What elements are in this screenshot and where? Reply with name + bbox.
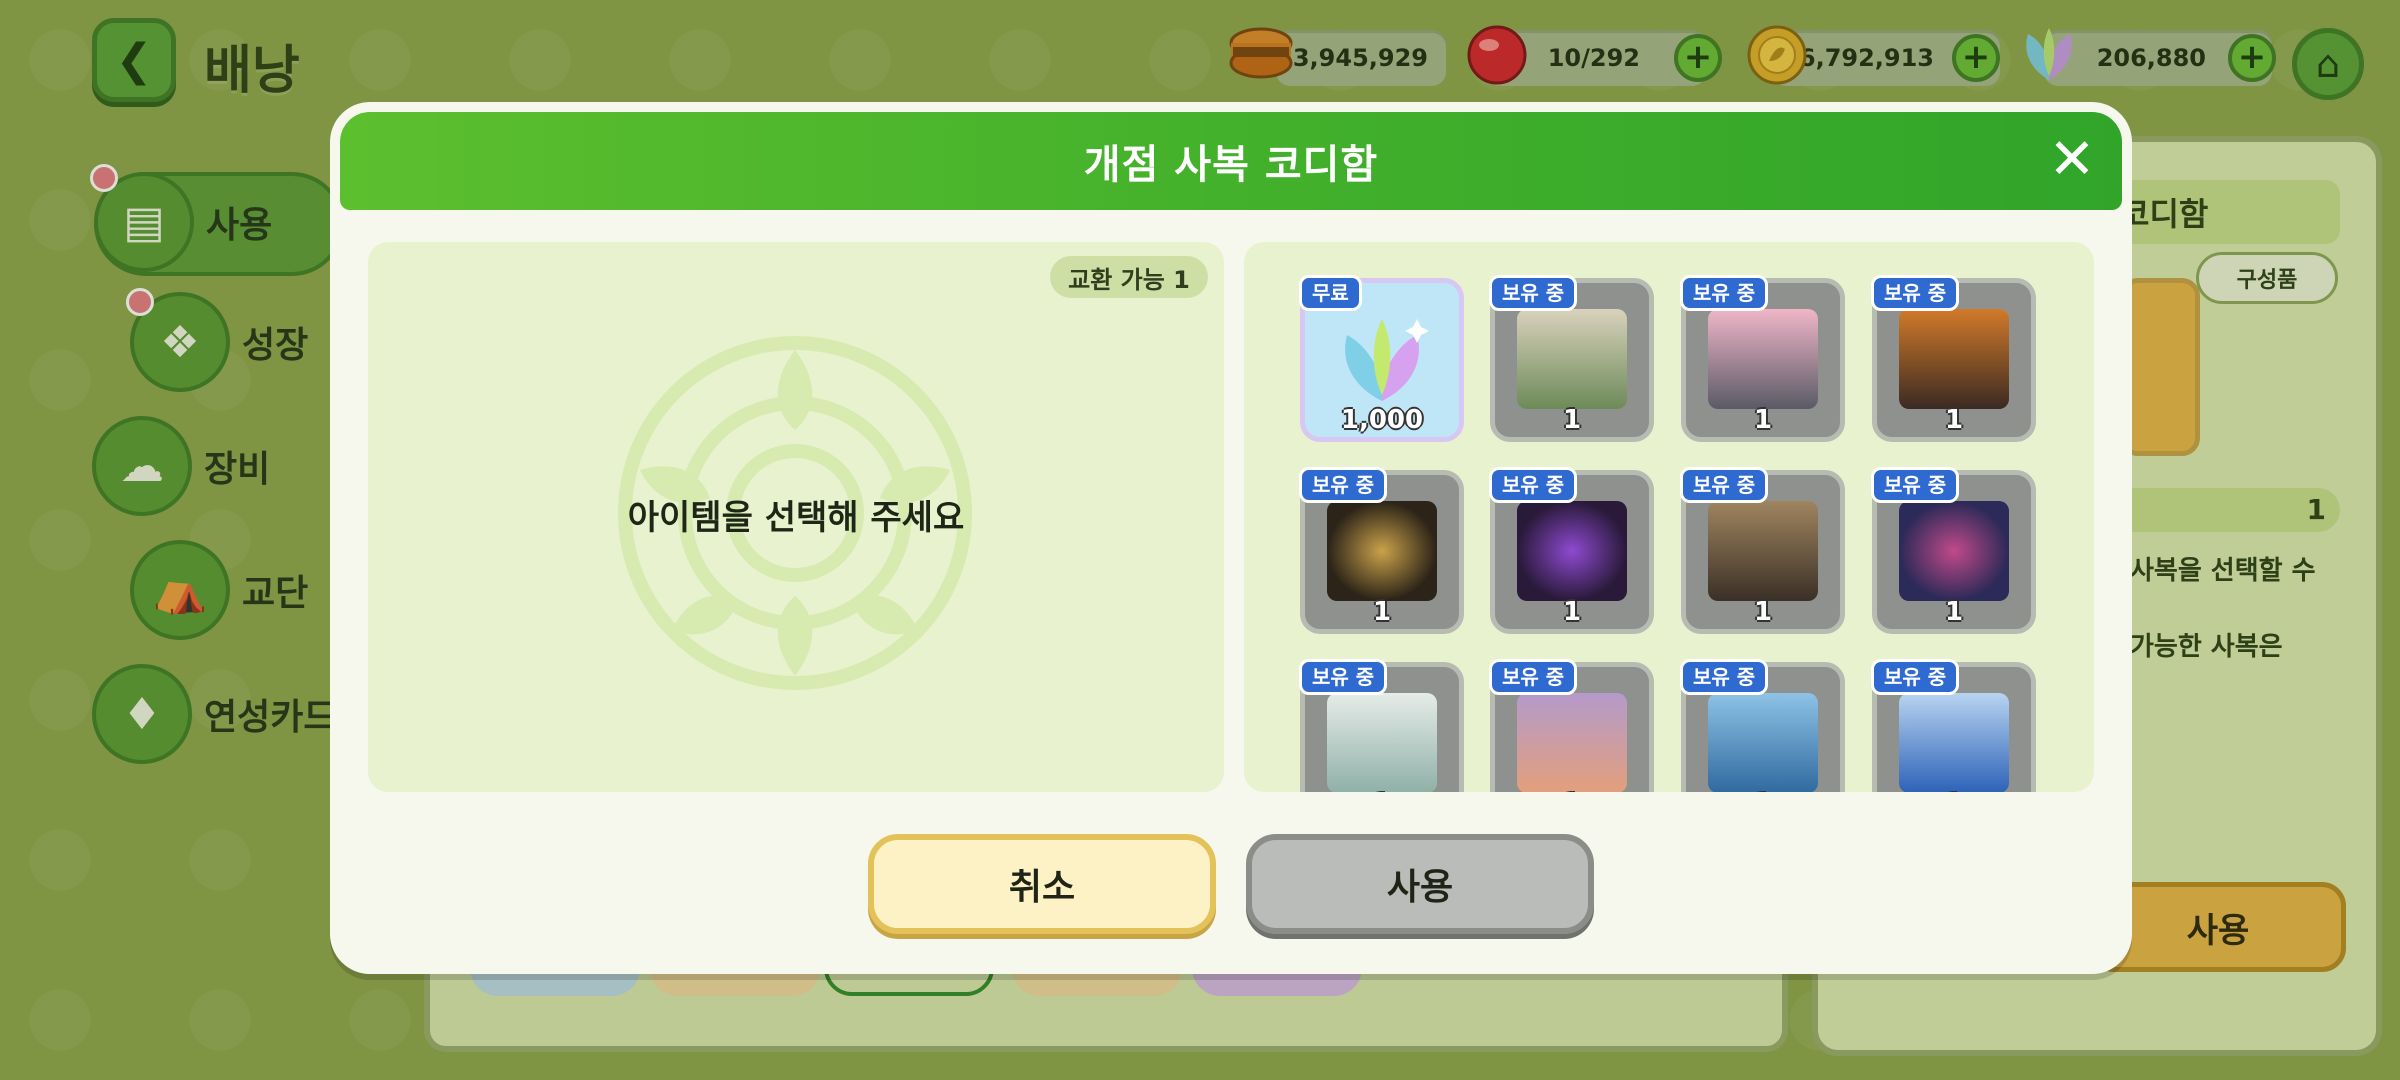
close-button[interactable]: ✕ — [2044, 132, 2100, 188]
item-count: 1 — [1686, 789, 1840, 792]
item-count: 1 — [1944, 405, 1964, 435]
item-count: 1 — [1562, 405, 1582, 435]
item-slot[interactable]: 보유 중 1 — [1299, 467, 1464, 634]
outfit-thumbnail — [1708, 693, 1818, 792]
outfit-thumbnail — [1899, 501, 2009, 601]
item-slot[interactable]: 보유 중 1 — [1871, 659, 2036, 792]
item-count: 1 — [1753, 597, 1773, 627]
item-slot[interactable]: 보유 중 1 — [1680, 467, 1845, 634]
outfit-thumbnail — [1708, 501, 1818, 601]
outfit-thumbnail — [1899, 693, 2009, 792]
select-item-prompt: 아이템을 선택해 주세요 — [627, 498, 965, 538]
cancel-button[interactable]: 취소 — [868, 834, 1216, 934]
item-count: 1 — [1305, 789, 1459, 792]
item-slot[interactable]: 보유 중 1 — [1871, 467, 2036, 634]
item-slot[interactable]: 보유 중 1 — [1489, 659, 1654, 792]
owned-tag: 보유 중 — [1489, 275, 1578, 311]
outfit-thumbnail — [1899, 309, 2009, 409]
item-count: 1 — [1877, 789, 2031, 792]
rainbow-leaf-icon — [1345, 319, 1429, 401]
free-tag: 무료 — [1299, 275, 1362, 311]
outfit-thumbnail — [1517, 501, 1627, 601]
owned-tag: 보유 중 — [1871, 275, 1960, 311]
item-count: 1 — [1495, 789, 1649, 792]
item-count: 1 — [1372, 597, 1392, 627]
owned-tag: 보유 중 — [1489, 659, 1578, 695]
item-count: 1,000 — [1340, 405, 1424, 435]
outfit-thumbnail — [1517, 693, 1627, 792]
owned-tag: 보유 중 — [1489, 467, 1578, 503]
owned-tag: 보유 중 — [1871, 659, 1960, 695]
exchange-count-badge: 교환 가능 1 — [1050, 256, 1208, 298]
item-slot[interactable]: 보유 중 1 — [1680, 275, 1845, 442]
close-icon: ✕ — [2048, 127, 2096, 192]
owned-tag: 보유 중 — [1871, 467, 1960, 503]
item-grid-pane: 무료 1,000 보유 중 1 보유 중 1 보유 중 1 보유 중 1 보유 … — [1244, 242, 2094, 792]
item-count: 1 — [1944, 597, 1964, 627]
owned-tag: 보유 중 — [1680, 275, 1769, 311]
outfit-thumbnail — [1327, 501, 1437, 601]
owned-tag: 보유 중 — [1680, 467, 1769, 503]
item-count: 1 — [1562, 597, 1582, 627]
item-slot[interactable]: 보유 중 1 — [1871, 275, 2036, 442]
item-count: 1 — [1753, 405, 1773, 435]
item-slot[interactable]: 보유 중 1 — [1680, 659, 1845, 792]
use-button[interactable]: 사용 — [1246, 834, 1594, 934]
item-slot[interactable]: 무료 1,000 — [1299, 275, 1464, 442]
modal-header: 개점 사복 코디함 — [340, 112, 2122, 210]
owned-tag: 보유 중 — [1299, 467, 1388, 503]
item-slot[interactable]: 보유 중 1 — [1299, 659, 1464, 792]
outfit-thumbnail — [1517, 309, 1627, 409]
outfit-thumbnail — [1708, 309, 1818, 409]
owned-tag: 보유 중 — [1680, 659, 1769, 695]
owned-tag: 보유 중 — [1299, 659, 1388, 695]
modal-title: 개점 사복 코디함 — [1083, 142, 1379, 188]
item-slot[interactable]: 보유 중 1 — [1489, 467, 1654, 634]
outfit-thumbnail — [1327, 693, 1437, 792]
item-slot[interactable]: 보유 중 1 — [1489, 275, 1654, 442]
